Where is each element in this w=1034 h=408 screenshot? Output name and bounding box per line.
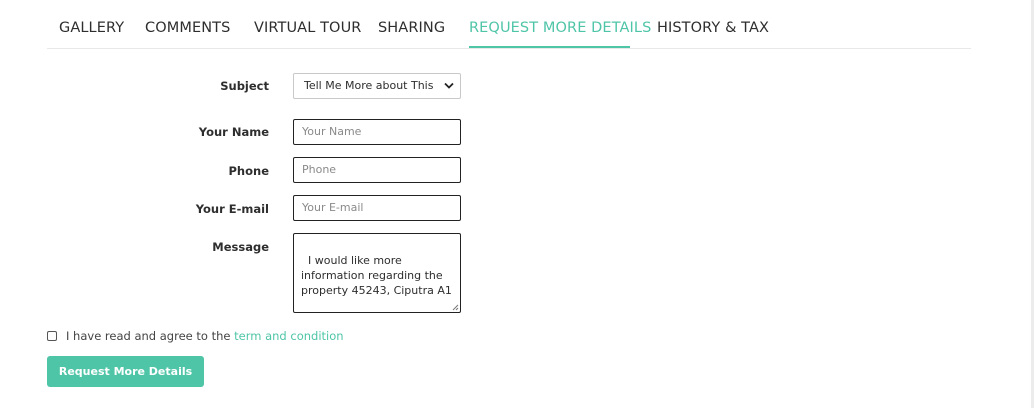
terms-checkbox[interactable] — [47, 331, 57, 341]
terms-link[interactable]: term and condition — [234, 329, 343, 343]
subject-label: Subject — [220, 79, 269, 93]
name-input[interactable]: Your Name — [293, 119, 461, 145]
subject-selected-value: Tell Me More about This — [304, 79, 434, 92]
subject-select[interactable]: Tell Me More about This — [293, 73, 461, 99]
tab-comments[interactable]: COMMENTS — [145, 20, 230, 36]
message-text: I would like more information regarding … — [301, 254, 452, 297]
active-tab-indicator — [469, 46, 630, 48]
name-label: Your Name — [198, 125, 269, 139]
resize-grip-icon[interactable] — [451, 303, 459, 311]
chevron-down-icon — [444, 82, 454, 89]
tab-bar: GALLERY COMMENTS VIRTUAL TOUR SHARING RE… — [47, 0, 971, 49]
email-input[interactable]: Your E-mail — [293, 195, 461, 221]
message-textarea[interactable]: I would like more information regarding … — [293, 233, 461, 313]
tab-request-more-details[interactable]: REQUEST MORE DETAILS — [469, 20, 651, 36]
phone-input[interactable]: Phone — [293, 157, 461, 183]
terms-text: I have read and agree to the term and co… — [66, 329, 344, 343]
terms-prefix: I have read and agree to the — [66, 329, 235, 343]
message-label: Message — [212, 240, 269, 254]
tab-history-tax[interactable]: HISTORY & TAX — [657, 20, 769, 36]
tab-virtual-tour[interactable]: VIRTUAL TOUR — [254, 20, 361, 36]
phone-label: Phone — [228, 164, 269, 178]
request-more-details-button[interactable]: Request More Details — [47, 356, 204, 387]
tab-sharing[interactable]: SHARING — [378, 20, 445, 36]
email-label: Your E-mail — [195, 202, 269, 216]
tab-gallery[interactable]: GALLERY — [59, 20, 124, 36]
